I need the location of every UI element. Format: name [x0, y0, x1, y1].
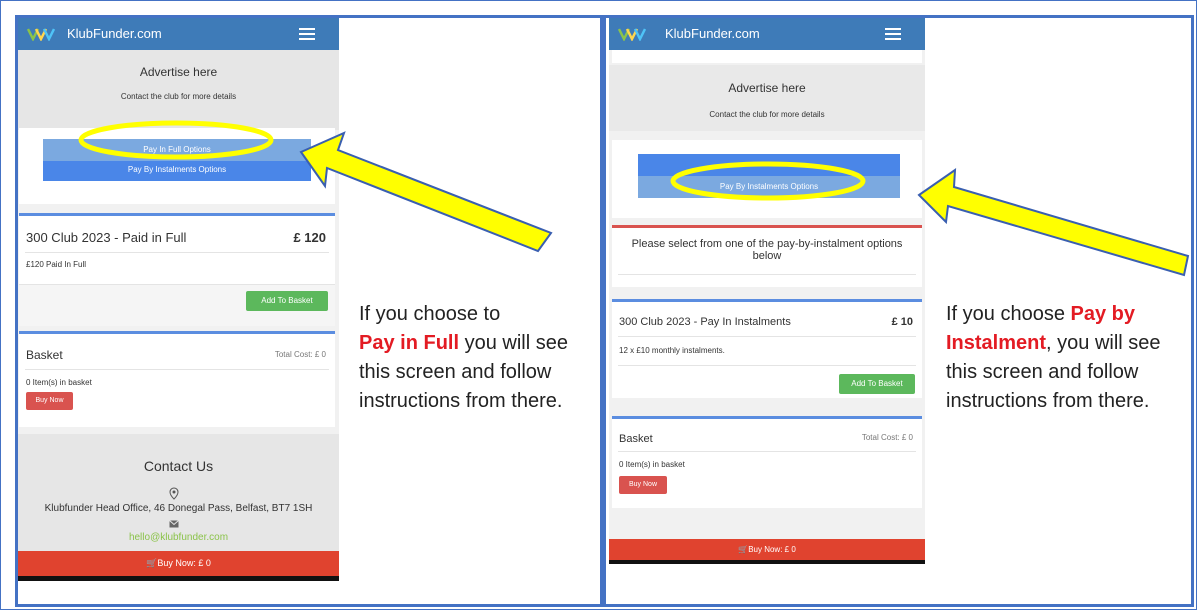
- product-description: £120 Paid In Full: [26, 260, 87, 269]
- office-address: Klubfunder Head Office, 46 Donegal Pass,…: [44, 503, 313, 514]
- basket-item-count: 0 Item(s) in basket: [26, 378, 92, 387]
- divider: [618, 365, 916, 366]
- brand-name[interactable]: KlubFunder.com: [665, 26, 760, 41]
- brand-name[interactable]: KlubFunder.com: [67, 26, 162, 41]
- basket-card: Basket Total Cost: £ 0 0 Item(s) in bask…: [19, 331, 335, 427]
- options-box: Pay By Instalments Options: [612, 140, 922, 218]
- divider: [618, 336, 916, 337]
- divider: [618, 451, 916, 452]
- top-bar: KlubFunder.com: [18, 18, 339, 50]
- pay-in-full-option[interactable]: Pay In Full Options: [43, 139, 311, 161]
- envelope-icon: [169, 520, 179, 528]
- top-white-strip: [612, 50, 922, 63]
- cart-icon: 🛒: [146, 558, 158, 568]
- contact-email[interactable]: hello@klubfunder.com: [18, 532, 339, 543]
- advertise-subtitle: Contact the club for more details: [120, 92, 237, 101]
- caption-text: If you choose to: [359, 303, 501, 325]
- klubfunder-logo-icon: [27, 28, 55, 41]
- bottom-edge: [18, 576, 339, 581]
- add-to-basket-button[interactable]: Add To Basket: [246, 291, 328, 311]
- contact-title: Contact Us: [143, 458, 214, 474]
- buy-now-button[interactable]: Buy Now: [619, 476, 667, 494]
- product-card: 300 Club 2023 - Pay In Instalments £ 10 …: [612, 299, 922, 398]
- pay-by-instalments-option[interactable]: Pay By Instalments Options: [638, 176, 900, 198]
- divider: [25, 252, 329, 253]
- bottom-edge: [609, 560, 925, 564]
- notice-card: Please select from one of the pay-by-ins…: [612, 225, 922, 287]
- footer-buy-bar[interactable]: 🛒Buy Now: £ 0: [18, 551, 339, 576]
- klubfunder-logo-icon: [618, 28, 646, 41]
- caption-highlight: Pay in Full: [359, 332, 460, 354]
- left-panel: KlubFunder.com Advertise here Contact th…: [15, 15, 603, 607]
- advertise-subtitle: Contact the club for more details: [709, 110, 825, 119]
- caption-text: If you choose: [946, 303, 1071, 325]
- product-title: 300 Club 2023 - Pay In Instalments: [619, 316, 791, 328]
- footer-buy-bar[interactable]: 🛒Buy Now: £ 0: [609, 539, 925, 560]
- phone-screenshot-full: KlubFunder.com Advertise here Contact th…: [18, 18, 339, 581]
- basket-total: Total Cost: £ 0: [274, 350, 326, 359]
- product-title: 300 Club 2023 - Paid in Full: [26, 230, 187, 245]
- basket-total: Total Cost: £ 0: [861, 433, 913, 442]
- phone-screenshot-instalment: KlubFunder.com Advertise here Contact th…: [609, 18, 925, 564]
- product-description: 12 x £10 monthly instalments.: [619, 346, 725, 355]
- options-box: Pay In Full Options Pay By Instalments O…: [19, 128, 335, 204]
- basket-card: Basket Total Cost: £ 0 0 Item(s) in bask…: [612, 416, 922, 508]
- menu-icon[interactable]: [299, 28, 315, 40]
- basket-item-count: 0 Item(s) in basket: [619, 460, 685, 469]
- divider: [618, 274, 916, 275]
- basket-title: Basket: [26, 348, 63, 362]
- menu-icon[interactable]: [885, 28, 901, 40]
- instalment-notice: Please select from one of the pay-by-ins…: [631, 238, 903, 262]
- contact-section: Contact Us Klubfunder Head Office, 46 Do…: [18, 434, 339, 551]
- add-to-basket-button[interactable]: Add To Basket: [839, 374, 915, 394]
- footer-buy-label: Buy Now: £ 0: [748, 545, 796, 554]
- left-caption: If you choose to Pay in Full you will se…: [359, 300, 591, 416]
- advert-area: Advertise here Contact the club for more…: [18, 50, 339, 130]
- buy-now-button[interactable]: Buy Now: [26, 392, 73, 410]
- right-caption: If you choose Pay by Instalment, you wil…: [946, 300, 1186, 416]
- cart-icon: 🛒: [738, 545, 749, 554]
- top-bar: KlubFunder.com: [609, 18, 925, 50]
- footer-buy-label: Buy Now: £ 0: [157, 558, 211, 568]
- advert-area: Advertise here Contact the club for more…: [609, 65, 925, 131]
- right-panel: KlubFunder.com Advertise here Contact th…: [603, 15, 1194, 607]
- advertise-title: Advertise here: [139, 65, 218, 79]
- basket-title: Basket: [619, 433, 653, 445]
- product-price: £ 120: [293, 230, 326, 245]
- location-pin-icon: [169, 487, 179, 500]
- pay-in-full-option[interactable]: [638, 154, 900, 176]
- divider: [25, 369, 329, 370]
- pay-by-instalments-option[interactable]: Pay By Instalments Options: [43, 161, 311, 181]
- product-price: £ 10: [891, 316, 913, 328]
- product-card: 300 Club 2023 - Paid in Full £ 120 £120 …: [19, 213, 335, 326]
- advertise-title: Advertise here: [728, 81, 806, 95]
